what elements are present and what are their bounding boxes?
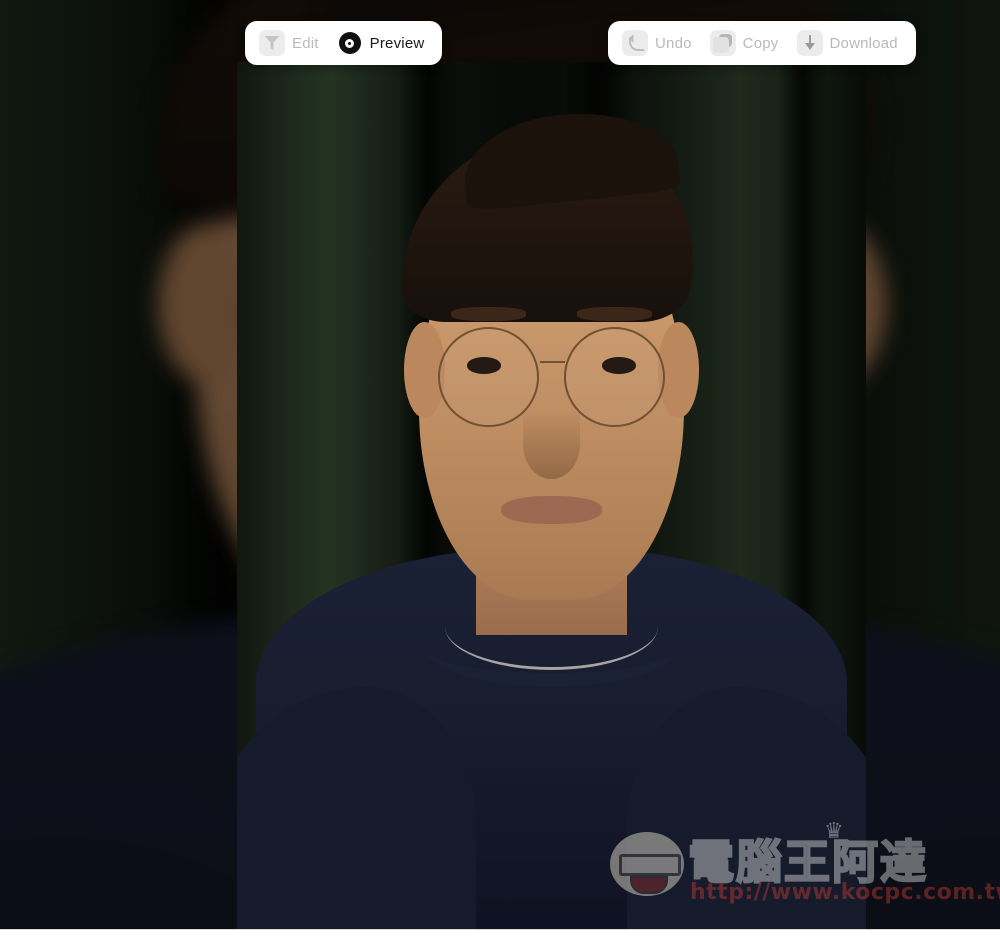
undo-arrow-icon [622,30,648,56]
copy-button[interactable]: Copy [706,26,787,60]
actions-toolbar: Undo Copy Download [608,21,916,65]
edit-label: Edit [292,34,319,52]
filter-funnel-icon [259,30,285,56]
edit-preview-toolbar: Edit Preview [245,21,443,65]
copy-icon [709,30,736,56]
app-stage: f 王阿達 小時 · 199 讚 先前的留言 hiung Guo 我還以為是 [0,0,1000,952]
image-preview-panel[interactable] [237,62,866,930]
undo-label: Undo [655,34,692,52]
page-bottom-edge [0,930,1000,952]
undo-button[interactable]: Undo [618,26,700,60]
preview-label: Preview [369,34,425,52]
eye-icon [337,30,363,56]
download-arrow-icon [796,30,823,56]
download-label: Download [829,34,898,52]
download-button[interactable]: Download [793,26,906,60]
edit-button[interactable]: Edit [255,26,327,60]
preview-button[interactable]: Preview [333,26,433,60]
copy-label: Copy [742,34,779,52]
photo-subject [237,62,866,930]
